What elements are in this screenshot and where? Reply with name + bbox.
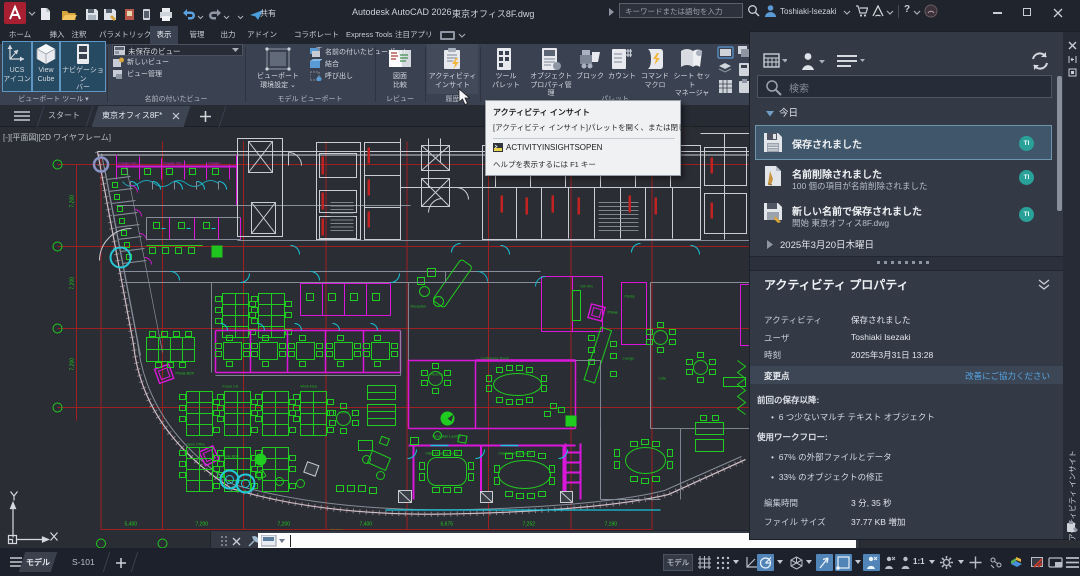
- svg-text:Lounge: Lounge: [623, 357, 635, 361]
- svg-text:Pantry: Pantry: [625, 295, 635, 299]
- svg-text:7,200: 7,200: [70, 277, 76, 290]
- svg-text:Reception: Reception: [411, 305, 427, 309]
- svg-text:7,190: 7,190: [605, 522, 618, 528]
- svg-text:Locker: Locker: [339, 411, 350, 415]
- svg-text:Work Area: Work Area: [301, 385, 317, 389]
- svg-text:7,200: 7,200: [70, 195, 76, 208]
- svg-text:Powder: Powder: [209, 162, 222, 166]
- svg-text:Open Office: Open Office: [187, 443, 206, 447]
- svg-text:7,200: 7,200: [278, 522, 291, 528]
- svg-text:7,400: 7,400: [360, 522, 373, 528]
- svg-text:Reception Lounge: Reception Lounge: [433, 435, 461, 439]
- svg-text:Phone: Phone: [608, 311, 618, 315]
- svg-text:IDF Rm: IDF Rm: [581, 285, 593, 289]
- svg-text:Meeting: Meeting: [431, 373, 444, 377]
- svg-text:Client Meeting Room: Client Meeting Room: [426, 452, 459, 456]
- svg-text:7,200: 7,200: [196, 522, 209, 528]
- svg-text:Powder Rm: Powder Rm: [119, 162, 137, 166]
- svg-text:5,400: 5,400: [125, 522, 138, 528]
- svg-text:Client Meeting Room: Client Meeting Room: [499, 452, 532, 456]
- svg-text:Focus 1-6: Focus 1-6: [223, 385, 239, 389]
- svg-text:7,252: 7,252: [523, 522, 536, 528]
- svg-text:Powder Rm: Powder Rm: [164, 162, 182, 166]
- svg-text:Cafe: Cafe: [659, 377, 666, 381]
- svg-text:Conference Room: Conference Room: [481, 357, 509, 361]
- svg-text:6,675: 6,675: [441, 522, 454, 528]
- svg-text:7,200: 7,200: [70, 358, 76, 371]
- svg-text:Phone BOX: Phone BOX: [176, 372, 195, 376]
